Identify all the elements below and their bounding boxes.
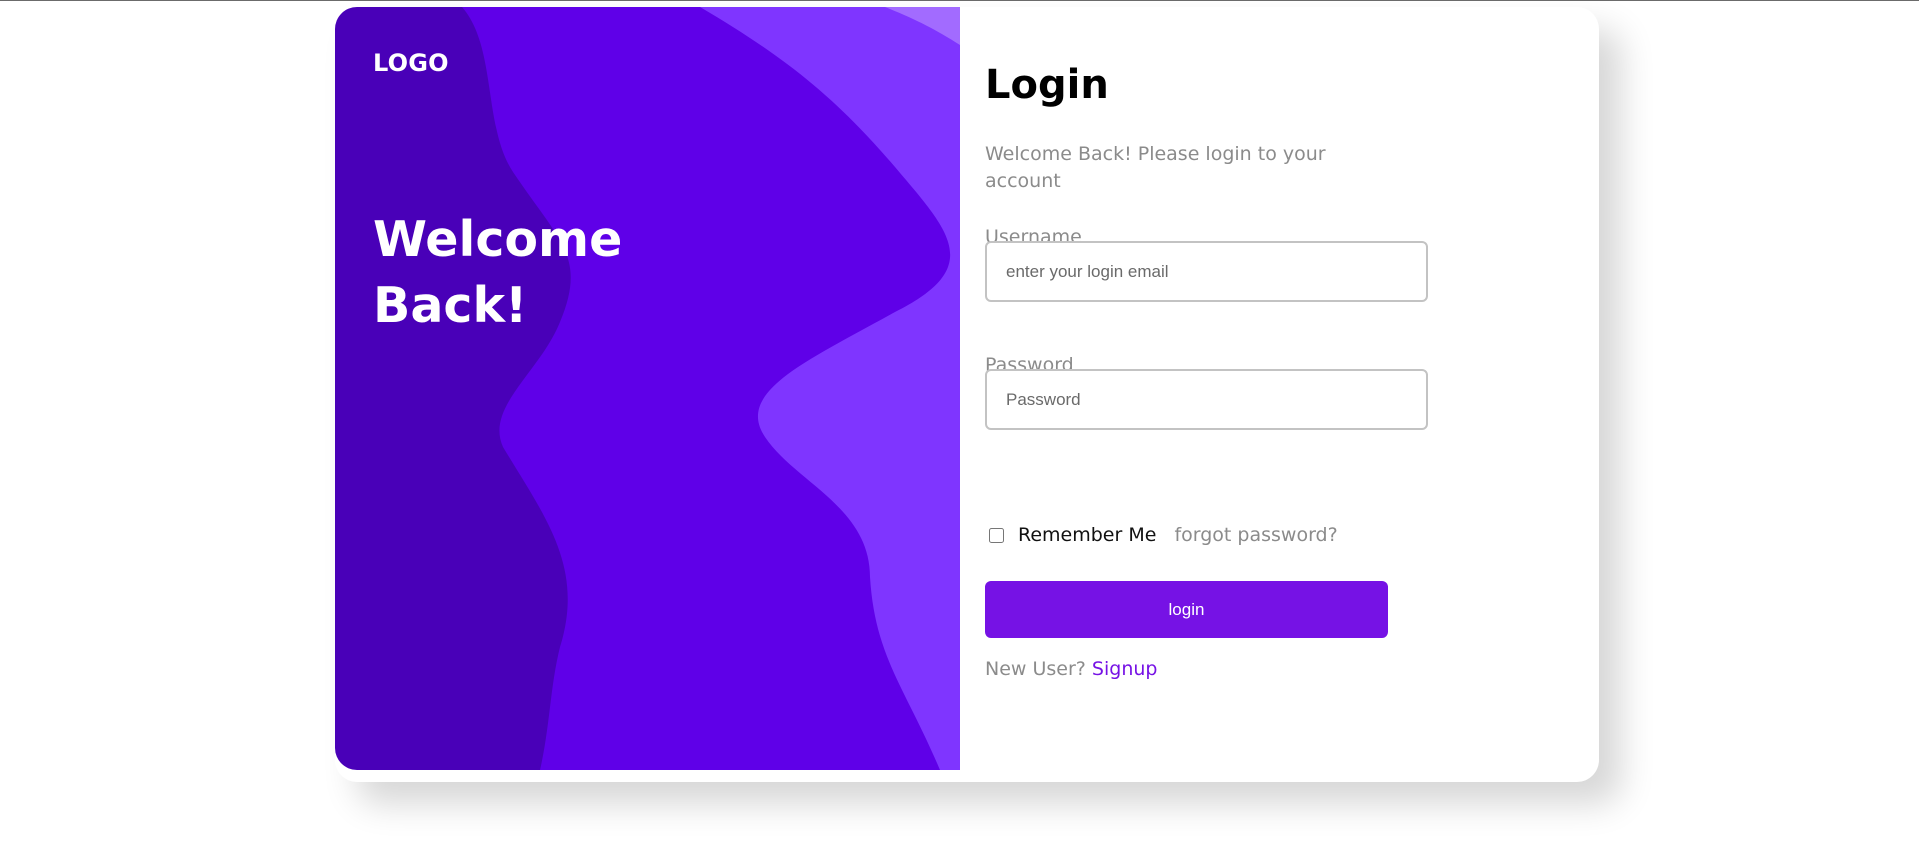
logo: LOGO: [373, 49, 449, 77]
login-button[interactable]: login: [985, 581, 1388, 638]
form-title: Login: [985, 62, 1109, 108]
form-subtitle: Welcome Back! Please login to your accou…: [985, 143, 1326, 192]
remember-row: Remember Me forgot password?: [989, 520, 1338, 550]
signup-row: New User? Signup: [985, 658, 1157, 680]
remember-me-checkbox[interactable]: [989, 527, 1004, 543]
forgot-password-link[interactable]: forgot password?: [1174, 524, 1337, 546]
top-border: [0, 0, 1919, 1]
remember-me-label: Remember Me: [1018, 524, 1157, 546]
login-card: LOGO Welcome Back! Login Welcome Back! P…: [335, 7, 1599, 782]
username-input[interactable]: [985, 241, 1428, 302]
hero-welcome-title: Welcome Back!: [373, 211, 623, 334]
hero-panel: LOGO Welcome Back!: [335, 7, 960, 770]
signup-prompt: New User?: [985, 658, 1086, 680]
signup-link[interactable]: Signup: [1092, 658, 1158, 680]
login-form: Login Welcome Back! Please login to your…: [985, 7, 1545, 770]
wave-background: [335, 7, 960, 770]
password-input[interactable]: [985, 369, 1428, 430]
